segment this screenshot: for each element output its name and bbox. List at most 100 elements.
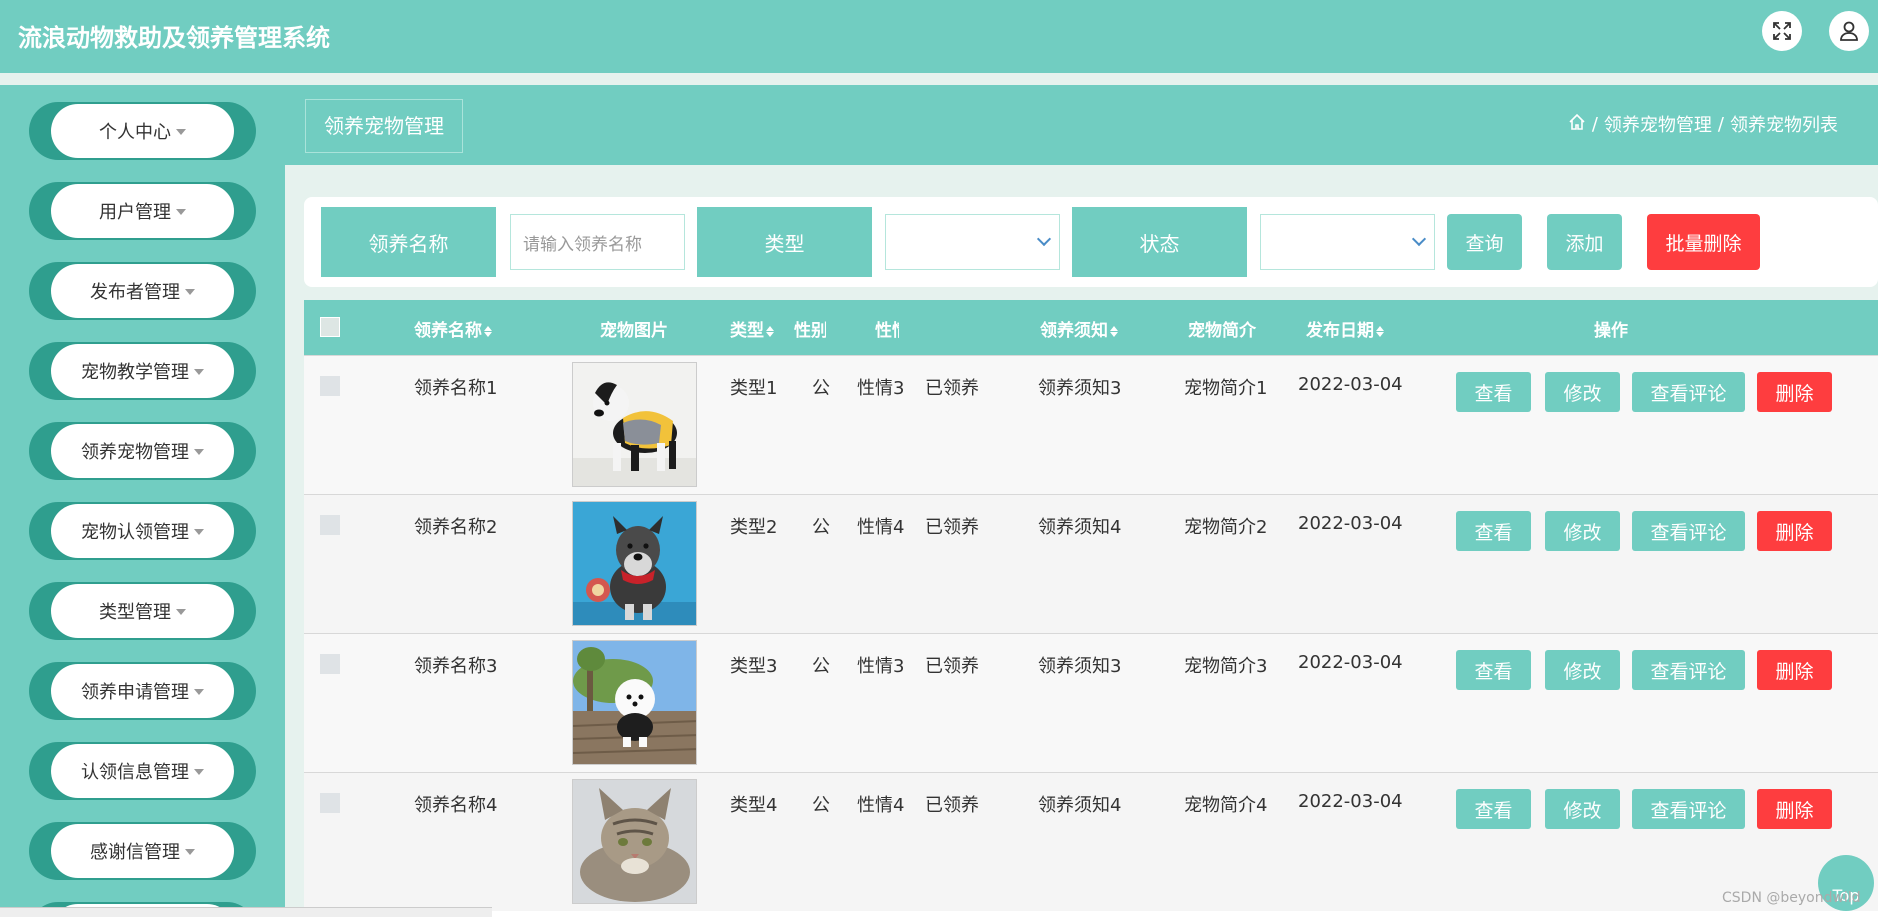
cell-notice: 领养须知4 [1038, 795, 1122, 816]
caret-down-icon [176, 129, 186, 135]
cell-name: 领养名称3 [414, 656, 498, 677]
delete-button[interactable]: 删除 [1757, 789, 1832, 829]
caret-down-icon [185, 849, 195, 855]
column-header-intro: 宠物简介 [1188, 321, 1256, 341]
sidebar-item-user-management[interactable]: 用户管理 [29, 182, 256, 240]
cell-notice: 领养须知4 [1038, 517, 1122, 538]
cell-temper: 性情4 [857, 795, 905, 816]
column-header-date[interactable]: 发布日期 [1306, 316, 1384, 341]
cell-status: 已领养 [925, 378, 979, 399]
pet-image-dog-bichon [572, 640, 697, 765]
cell-intro: 宠物简介2 [1184, 517, 1268, 538]
view-comments-button[interactable]: 查看评论 [1632, 789, 1745, 829]
row-checkbox[interactable] [320, 376, 340, 396]
sidebar-item-label: 类型管理 [99, 602, 171, 623]
column-header-actions: 操作 [1594, 321, 1628, 341]
view-comments-button[interactable]: 查看评论 [1632, 650, 1745, 690]
page-header: 领养宠物管理 / 领养宠物管理 / 领养宠物列表 [285, 85, 1878, 165]
sidebar-item-pet-claim-management[interactable]: 宠物认领管理 [29, 502, 256, 560]
fullscreen-icon[interactable] [1762, 11, 1802, 51]
chevron-down-icon [1411, 231, 1427, 247]
view-button[interactable]: 查看 [1456, 511, 1531, 551]
sidebar-item-label: 宠物认领管理 [81, 522, 189, 543]
page-title: 领养宠物管理 [305, 99, 463, 153]
cell-date: 2022-03-04 [1298, 513, 1403, 534]
pet-image-dog-schnauzer [572, 501, 697, 626]
column-header-type[interactable]: 类型 [730, 316, 774, 341]
sidebar-item-publisher-management[interactable]: 发布者管理 [29, 262, 256, 320]
column-header-notice[interactable]: 领养须知 [1040, 316, 1118, 341]
delete-button[interactable]: 删除 [1757, 650, 1832, 690]
cell-temper: 性情3 [857, 656, 905, 677]
select-all-checkbox[interactable] [320, 317, 340, 337]
edit-button[interactable]: 修改 [1545, 372, 1620, 412]
status-select[interactable] [1260, 214, 1435, 270]
view-comments-button[interactable]: 查看评论 [1632, 372, 1745, 412]
query-button[interactable]: 查询 [1447, 214, 1522, 270]
column-header-gender: 性别 [794, 321, 826, 341]
view-button[interactable]: 查看 [1456, 372, 1531, 412]
edit-button[interactable]: 修改 [1545, 511, 1620, 551]
type-select[interactable] [885, 214, 1060, 270]
cell-notice: 领养须知3 [1038, 378, 1122, 399]
breadcrumb-level1[interactable]: 领养宠物管理 [1604, 111, 1712, 137]
name-search-input[interactable]: 请输入领养名称 [510, 214, 685, 270]
caret-down-icon [176, 209, 186, 215]
add-button[interactable]: 添加 [1547, 214, 1622, 270]
search-panel: 领养名称 请输入领养名称 类型 状态 查询 添加 批量删除 [304, 197, 1878, 287]
delete-button[interactable]: 删除 [1757, 511, 1832, 551]
sidebar-item-label: 发布者管理 [90, 282, 180, 303]
cell-date: 2022-03-04 [1298, 791, 1403, 812]
row-checkbox[interactable] [320, 793, 340, 813]
cell-status: 已领养 [925, 795, 979, 816]
name-filter-label: 领养名称 [321, 207, 496, 277]
status-filter-label: 状态 [1072, 207, 1247, 277]
cell-type: 类型1 [730, 378, 778, 399]
edit-button[interactable]: 修改 [1545, 650, 1620, 690]
home-icon[interactable] [1568, 113, 1586, 136]
caret-down-icon [194, 769, 204, 775]
cell-gender: 公 [812, 656, 830, 677]
batch-delete-button[interactable]: 批量删除 [1647, 214, 1760, 270]
sidebar-item-label: 宠物教学管理 [81, 362, 189, 383]
breadcrumb-level2: 领养宠物列表 [1730, 115, 1838, 136]
row-checkbox[interactable] [320, 654, 340, 674]
view-comments-button[interactable]: 查看评论 [1632, 511, 1745, 551]
edit-button[interactable]: 修改 [1545, 789, 1620, 829]
sidebar-item-claim-info-management[interactable]: 认领信息管理 [29, 742, 256, 800]
delete-button[interactable]: 删除 [1757, 372, 1832, 412]
user-icon[interactable] [1829, 11, 1869, 51]
cell-notice: 领养须知3 [1038, 656, 1122, 677]
sidebar-item-label: 领养申请管理 [81, 682, 189, 703]
caret-down-icon [194, 449, 204, 455]
cell-intro: 宠物简介1 [1184, 378, 1268, 399]
cell-type: 类型3 [730, 656, 778, 677]
column-header-temper[interactable]: 性情 [875, 316, 899, 341]
sidebar-item-type-management[interactable]: 类型管理 [29, 582, 256, 640]
caret-down-icon [176, 609, 186, 615]
caret-down-icon [194, 529, 204, 535]
cell-type: 类型2 [730, 517, 778, 538]
chevron-down-icon [1036, 231, 1052, 247]
view-button[interactable]: 查看 [1456, 789, 1531, 829]
caret-down-icon [185, 289, 195, 295]
cell-gender: 公 [812, 378, 830, 399]
sort-icon [766, 325, 774, 337]
sidebar-item-pet-teaching-management[interactable]: 宠物教学管理 [29, 342, 256, 400]
cell-intro: 宠物简介4 [1184, 795, 1268, 816]
view-button[interactable]: 查看 [1456, 650, 1531, 690]
type-filter-label: 类型 [697, 207, 872, 277]
table-row: 领养名称4 类型4 公 性情4 已领养 领养须知4 宠物简介4 2022-03-… [304, 772, 1878, 911]
row-checkbox[interactable] [320, 515, 340, 535]
cell-temper: 性情3 [857, 378, 905, 399]
sidebar-item-adoption-pet-management[interactable]: 领养宠物管理 [29, 422, 256, 480]
column-header-image: 宠物图片 [600, 321, 668, 341]
cell-type: 类型4 [730, 795, 778, 816]
sidebar-item-personal-center[interactable]: 个人中心 [29, 102, 256, 160]
column-header-name[interactable]: 领养名称 [414, 316, 492, 341]
sidebar-item-thank-you-letter-management[interactable]: 感谢信管理 [29, 822, 256, 880]
watermark: CSDN @beyondwild [1722, 890, 1861, 906]
cell-name: 领养名称1 [414, 378, 498, 399]
sidebar-item-label: 个人中心 [99, 122, 171, 143]
sidebar-item-adoption-application-management[interactable]: 领养申请管理 [29, 662, 256, 720]
